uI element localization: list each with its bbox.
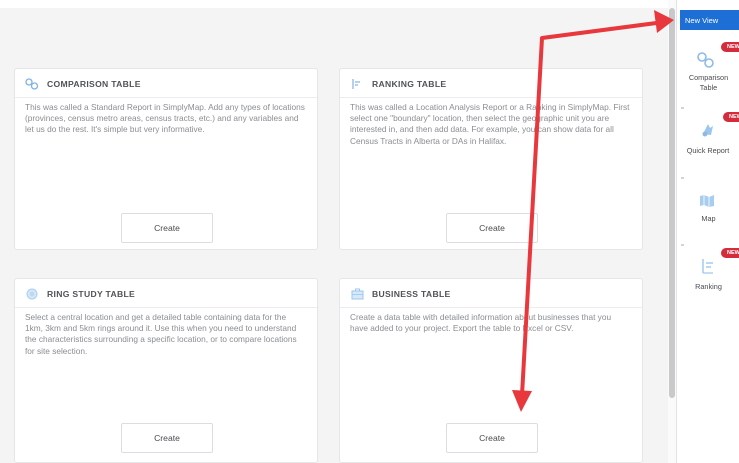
sidebar-item-quick-report[interactable]: NEW Quick Report: [677, 112, 739, 167]
sidebar-item-label-line2: Table: [699, 83, 718, 92]
card-description: This was called a Location Analysis Repo…: [350, 102, 630, 146]
create-ring-study-table-button[interactable]: Create: [121, 423, 213, 453]
card-title: RANKING TABLE: [372, 79, 447, 89]
sidebar-item-label: Ranking: [695, 282, 722, 291]
scrollbar[interactable]: [668, 0, 676, 463]
ranking-table-card: RANKING TABLE This was called a Location…: [339, 68, 643, 250]
card-title: BUSINESS TABLE: [372, 289, 451, 299]
new-badge: NEW: [721, 42, 739, 52]
right-sidebar: New View NEW Comparison Table NEW Quick …: [676, 0, 739, 463]
card-title: COMPARISON TABLE: [47, 79, 141, 89]
map-icon: [699, 194, 715, 213]
sidebar-item-map[interactable]: Map: [677, 183, 739, 238]
card-header: RING STUDY TABLE: [25, 287, 135, 301]
card-header: RANKING TABLE: [350, 77, 446, 91]
sidebar-divider: [681, 244, 684, 246]
card-title: RING STUDY TABLE: [47, 289, 136, 299]
sidebar-item-ranking[interactable]: NEW Ranking: [677, 248, 739, 298]
card-divider: [15, 97, 317, 98]
sidebar-divider: [681, 177, 684, 179]
business-table-card: BUSINESS TABLE Create a data table with …: [339, 278, 643, 463]
card-divider: [340, 97, 642, 98]
card-header: COMPARISON TABLE: [25, 77, 141, 91]
card-description: Select a central location and get a deta…: [25, 312, 297, 356]
sidebar-item-comparison-table[interactable]: NEW Comparison Table: [677, 42, 739, 102]
new-badge: NEW: [721, 248, 739, 258]
quick-report-icon: [700, 122, 716, 143]
sidebar-divider: [681, 107, 684, 109]
ring-icon: [25, 287, 39, 301]
ranking-icon: [701, 258, 715, 279]
comparison-icon: [697, 52, 715, 73]
card-divider: [340, 307, 642, 308]
card-header: BUSINESS TABLE: [350, 287, 451, 301]
sidebar-item-label: Map: [701, 214, 716, 223]
business-icon: [350, 287, 364, 301]
sidebar-item-label: Quick Report: [686, 146, 730, 155]
scrollbar-thumb[interactable]: [669, 8, 675, 398]
sidebar-item-label: Comparison: [688, 73, 729, 82]
new-view-button[interactable]: New View: [680, 10, 739, 30]
comparison-icon: [25, 77, 39, 91]
card-description: Create a data table with detailed inform…: [350, 312, 612, 334]
ring-study-table-card: RING STUDY TABLE Select a central locati…: [14, 278, 318, 463]
main-panel: COMPARISON TABLE This was called a Stand…: [0, 0, 668, 463]
card-divider: [15, 307, 317, 308]
create-business-table-button[interactable]: Create: [446, 423, 538, 453]
create-ranking-table-button[interactable]: Create: [446, 213, 538, 243]
comparison-table-card: COMPARISON TABLE This was called a Stand…: [14, 68, 318, 250]
create-comparison-table-button[interactable]: Create: [121, 213, 213, 243]
top-strip: [0, 0, 668, 8]
ranking-icon: [350, 77, 364, 91]
new-badge: NEW: [723, 112, 739, 122]
card-description: This was called a Standard Report in Sim…: [25, 102, 305, 135]
